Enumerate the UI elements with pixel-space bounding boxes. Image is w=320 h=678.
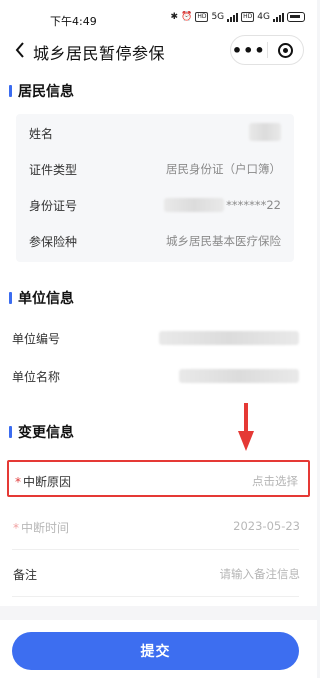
- resident-row-name: 姓名: [16, 116, 294, 150]
- section-title-resident: 居民信息: [18, 84, 74, 100]
- nav-bar: 城乡居民暂停参保 •••: [0, 32, 317, 68]
- submit-button[interactable]: 提交: [12, 632, 299, 670]
- section-change: 变更信息: [0, 420, 317, 444]
- battery-icon: [287, 12, 305, 22]
- unit-label-number: 单位编号: [12, 332, 61, 346]
- hd-icon-2: HD: [241, 12, 255, 22]
- redacted-id-prefix: [164, 198, 225, 212]
- section-marker: [9, 292, 12, 304]
- status-bar: 下午4:49 ✱ ⏰ HD 5G HD 4G: [0, 0, 317, 32]
- network-5g-label: 5G: [211, 12, 225, 22]
- section-unit: 单位信息: [0, 286, 317, 310]
- interrupt-time-value: 2023-05-23: [233, 519, 300, 533]
- signal-icon-2: [273, 12, 284, 22]
- interrupt-time-text: 中断时间: [21, 521, 70, 535]
- resident-value-id-type: 居民身份证（户口簿）: [166, 162, 281, 176]
- unit-label-name: 单位名称: [12, 370, 61, 384]
- section-marker: [9, 426, 12, 438]
- close-button[interactable]: [267, 42, 303, 58]
- network-4g-label: 4G: [257, 12, 270, 22]
- interrupt-reason-label: * 中断原因: [15, 473, 71, 490]
- interrupt-time-field[interactable]: * 中断时间 2023-05-23: [7, 508, 310, 545]
- status-icons: ✱ ⏰ HD 5G HD 4G: [171, 12, 305, 22]
- interrupt-reason-field[interactable]: * 中断原因 点击选择: [7, 460, 310, 497]
- bottom-gap: [0, 606, 317, 620]
- resident-card: 姓名 证件类型 居民身份证（户口簿） 身份证号 *******22 参保险种 城…: [16, 114, 294, 262]
- more-icon: •••: [231, 40, 266, 60]
- resident-value-name: [249, 122, 281, 144]
- resident-row-id-number: 身份证号 *******22: [16, 188, 294, 222]
- status-time: 下午4:49: [50, 15, 97, 28]
- resident-label-insurance: 参保险种: [29, 234, 78, 249]
- remark-field[interactable]: 备注 请输入备注信息: [7, 555, 310, 592]
- section-title-unit: 单位信息: [18, 291, 74, 307]
- alarm-icon: ⏰: [181, 12, 193, 22]
- divider: [12, 549, 299, 550]
- required-mark: *: [15, 475, 21, 489]
- interrupt-reason-placeholder: 点击选择: [252, 474, 298, 488]
- redacted-name: [249, 122, 281, 141]
- resident-value-insurance: 城乡居民基本医疗保险: [166, 234, 281, 248]
- redacted-unit-number: [159, 331, 299, 345]
- divider: [12, 596, 299, 597]
- chevron-left-icon: [15, 42, 24, 58]
- bluetooth-icon: ✱: [170, 12, 179, 22]
- section-marker: [9, 85, 12, 97]
- resident-row-insurance: 参保险种 城乡居民基本医疗保险: [16, 224, 294, 258]
- interrupt-time-label: * 中断时间: [13, 519, 69, 536]
- unit-value-number: [159, 331, 299, 348]
- unit-value-name: [179, 369, 299, 386]
- required-mark: *: [13, 521, 19, 535]
- section-title-change: 变更信息: [18, 425, 74, 441]
- section-resident: 居民信息: [0, 79, 317, 103]
- redacted-unit-name: [179, 369, 299, 383]
- hd-icon: HD: [195, 12, 209, 22]
- annotation-arrow: [238, 403, 254, 451]
- id-number-suffix: *******22: [226, 198, 281, 212]
- remark-label: 备注: [13, 568, 38, 582]
- unit-row-number: 单位编号: [0, 320, 317, 356]
- resident-label-id-number: 身份证号: [29, 198, 78, 213]
- resident-row-id-type: 证件类型 居民身份证（户口簿）: [16, 152, 294, 186]
- resident-value-id-number: *******22: [164, 198, 281, 212]
- resident-label-id-type: 证件类型: [29, 162, 78, 177]
- interrupt-reason-text: 中断原因: [23, 475, 72, 489]
- signal-icon: [227, 12, 239, 22]
- resident-label-name: 姓名: [29, 126, 54, 141]
- unit-row-name: 单位名称: [0, 358, 317, 394]
- remark-placeholder: 请输入备注信息: [219, 567, 301, 581]
- back-button[interactable]: [10, 38, 30, 62]
- more-button[interactable]: •••: [231, 41, 267, 60]
- page-title: 城乡居民暂停参保: [33, 44, 166, 63]
- page: 下午4:49 ✱ ⏰ HD 5G HD 4G 城乡居民暂停参保 ••• 居民信息: [0, 0, 317, 678]
- mini-program-capsule: •••: [230, 35, 304, 65]
- close-icon: [277, 42, 293, 58]
